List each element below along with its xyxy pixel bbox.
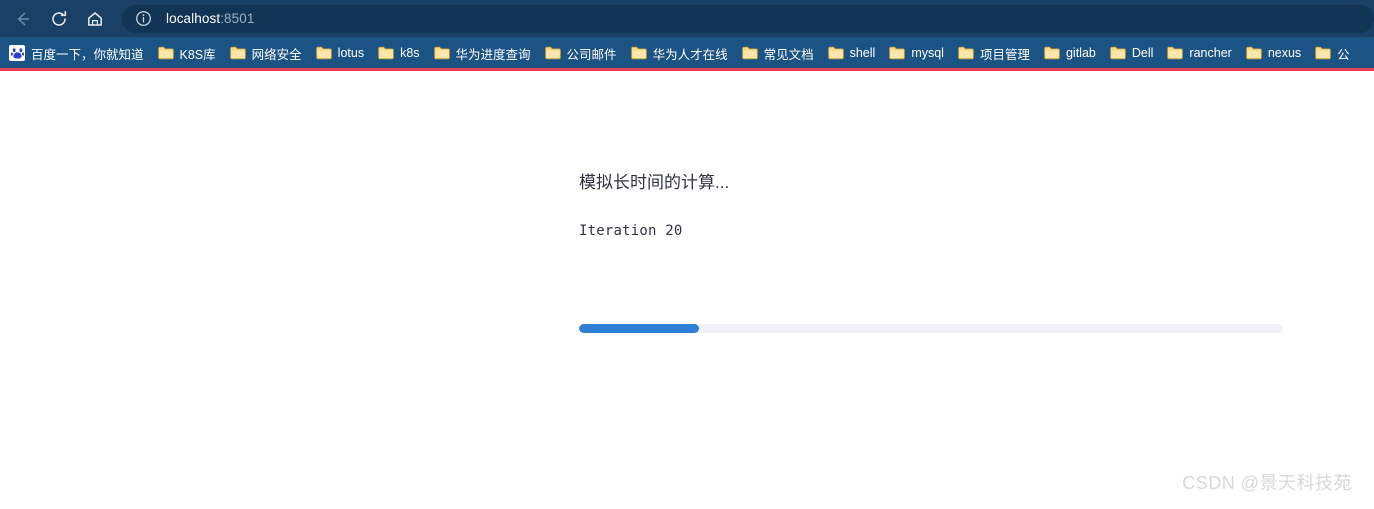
bookmarks-bar: 百度一下，你就知道 K8S库 网络安全 lotus k8s 华为进度查询 公司邮件 华为人才在… [0,37,1374,69]
progress-bar-fill [579,324,699,333]
bookmark-item[interactable]: mysql [882,41,951,65]
bookmark-item[interactable]: lotus [309,41,371,65]
bookmark-label: nexus [1267,46,1302,60]
bookmark-item[interactable]: 网络安全 [223,41,309,65]
folder-icon [827,46,844,60]
bookmark-label: K8S库 [179,47,216,62]
bookmark-label: 网络安全 [251,47,302,62]
streamlit-app-container: 模拟长时间的计算... Iteration 20 [579,171,1283,239]
back-arrow-icon [17,12,30,25]
bookmark-item[interactable]: 华为进度查询 [427,41,538,65]
home-icon [88,11,102,26]
back-button[interactable] [6,4,40,34]
folder-icon [157,46,174,60]
bookmark-label: rancher [1189,46,1232,60]
bookmark-label: 常见文档 [763,47,814,62]
info-circle-icon [135,11,151,26]
bookmark-label: 项目管理 [979,47,1030,62]
page-content: 模拟长时间的计算... Iteration 20 CSDN @景天科技苑 [0,71,1374,509]
bookmark-item[interactable]: nexus [1239,41,1308,65]
folder-icon [315,46,332,60]
folder-icon [889,46,906,60]
home-button[interactable] [78,4,112,34]
bookmark-item[interactable]: rancher [1160,41,1238,65]
bookmark-item[interactable]: k8s [371,41,426,65]
progress-bar-track [579,324,1283,333]
bookmark-item[interactable]: gitlab [1037,41,1103,65]
folder-icon [741,46,758,60]
folder-icon [1044,46,1060,60]
browser-toolbar: localhost:8501 [0,0,1374,37]
csdn-watermark: CSDN @景天科技苑 [1182,473,1352,493]
baidu-paw-icon [9,45,25,61]
bookmark-item[interactable]: 华为人才在线 [624,41,735,65]
bookmark-label: mysql [911,46,944,60]
folder-icon [1315,46,1331,60]
bookmark-label: Dell [1131,46,1154,60]
bookmark-label: lotus [337,46,365,60]
address-bar-url: localhost:8501 [166,11,254,26]
browser-chrome: localhost:8501 百度一下，你就知道 K8S库 网络安全 lotus k8s… [0,0,1374,71]
url-port: :8501 [220,11,255,26]
page-title: 模拟长时间的计算... [579,173,730,192]
iteration-status-text: Iteration 20 [579,222,683,239]
folder-icon [378,46,394,60]
address-bar[interactable]: localhost:8501 [122,4,1374,33]
reload-icon [52,10,67,26]
bookmark-item[interactable]: K8S库 [151,41,223,65]
bookmark-item[interactable]: 百度一下，你就知道 [2,41,151,65]
bookmark-item[interactable]: Dell [1103,41,1161,65]
bookmark-item[interactable]: 常见文档 [735,41,821,65]
folder-icon [229,46,246,60]
bookmark-label: gitlab [1065,46,1096,60]
folder-icon [958,46,974,60]
reload-button[interactable] [42,4,76,34]
folder-icon [630,46,647,60]
progress-bar [579,324,1283,333]
folder-icon [433,46,450,60]
site-info-icon[interactable] [134,10,152,28]
folder-icon [1246,46,1262,60]
bookmark-label: shell [849,46,876,60]
bookmark-label: 公 [1337,47,1350,62]
url-host: localhost [166,11,221,26]
bookmark-item[interactable]: 公 [1308,41,1357,65]
bookmark-item[interactable]: shell [821,41,883,65]
bookmark-item[interactable]: 项目管理 [951,41,1037,65]
bookmark-label: 华为进度查询 [455,47,531,62]
folder-icon [1110,46,1126,60]
bookmark-label: k8s [400,46,420,60]
bookmark-label: 百度一下，你就知道 [31,47,144,62]
bookmark-item[interactable]: 公司邮件 [538,41,624,65]
bookmark-label: 华为人才在线 [652,47,728,62]
bookmark-label: 公司邮件 [566,47,617,62]
paw-glyph-icon [10,47,24,59]
folder-icon [544,46,561,60]
folder-icon [1167,46,1184,60]
